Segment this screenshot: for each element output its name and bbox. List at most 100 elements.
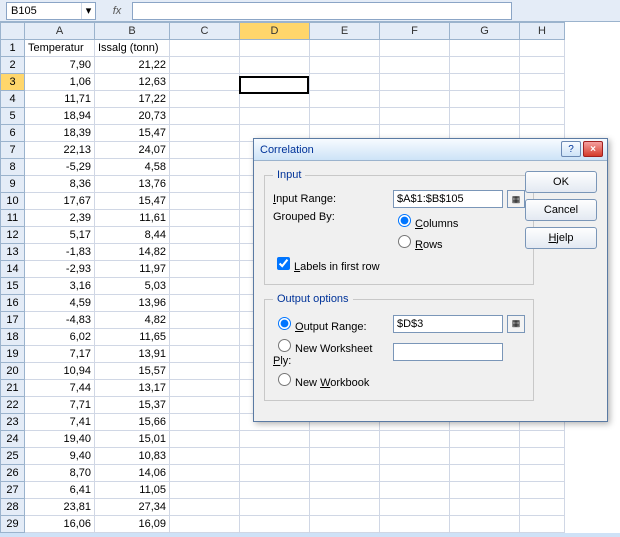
cell-G3[interactable] bbox=[450, 74, 520, 91]
row-header-15[interactable]: 15 bbox=[1, 278, 25, 295]
cell-H27[interactable] bbox=[520, 482, 565, 499]
cell-C5[interactable] bbox=[170, 108, 240, 125]
cell-F25[interactable] bbox=[380, 448, 450, 465]
new-worksheet-field[interactable] bbox=[393, 343, 503, 361]
cell-A11[interactable]: 2,39 bbox=[25, 210, 95, 227]
row-header-18[interactable]: 18 bbox=[1, 329, 25, 346]
col-header-A[interactable]: A bbox=[25, 23, 95, 40]
cell-A12[interactable]: 5,17 bbox=[25, 227, 95, 244]
cell-B20[interactable]: 15,57 bbox=[95, 363, 170, 380]
new-workbook-radio[interactable]: New Workbook bbox=[273, 370, 369, 389]
cell-A8[interactable]: -5,29 bbox=[25, 159, 95, 176]
cell-G28[interactable] bbox=[450, 499, 520, 516]
cell-H29[interactable] bbox=[520, 516, 565, 533]
cell-E3[interactable] bbox=[310, 74, 380, 91]
cell-A3[interactable]: 1,06 bbox=[25, 74, 95, 91]
name-box[interactable]: B105 ▾ bbox=[6, 2, 96, 20]
cell-C17[interactable] bbox=[170, 312, 240, 329]
row-header-29[interactable]: 29 bbox=[1, 516, 25, 533]
cell-E28[interactable] bbox=[310, 499, 380, 516]
cell-G26[interactable] bbox=[450, 465, 520, 482]
cell-D4[interactable] bbox=[240, 91, 310, 108]
cell-C1[interactable] bbox=[170, 40, 240, 57]
cell-E5[interactable] bbox=[310, 108, 380, 125]
cell-A14[interactable]: -2,93 bbox=[25, 261, 95, 278]
cell-B26[interactable]: 14,06 bbox=[95, 465, 170, 482]
cell-B16[interactable]: 13,96 bbox=[95, 295, 170, 312]
cell-C12[interactable] bbox=[170, 227, 240, 244]
cell-E4[interactable] bbox=[310, 91, 380, 108]
cell-D5[interactable] bbox=[240, 108, 310, 125]
cell-B24[interactable]: 15,01 bbox=[95, 431, 170, 448]
cell-B22[interactable]: 15,37 bbox=[95, 397, 170, 414]
row-header-25[interactable]: 25 bbox=[1, 448, 25, 465]
cell-A13[interactable]: -1,83 bbox=[25, 244, 95, 261]
cell-H4[interactable] bbox=[520, 91, 565, 108]
cell-C27[interactable] bbox=[170, 482, 240, 499]
cell-C23[interactable] bbox=[170, 414, 240, 431]
cell-B4[interactable]: 17,22 bbox=[95, 91, 170, 108]
col-header-F[interactable]: F bbox=[380, 23, 450, 40]
cell-C15[interactable] bbox=[170, 278, 240, 295]
cell-F4[interactable] bbox=[380, 91, 450, 108]
cell-F24[interactable] bbox=[380, 431, 450, 448]
row-header-28[interactable]: 28 bbox=[1, 499, 25, 516]
cell-D24[interactable] bbox=[240, 431, 310, 448]
col-header-D[interactable]: D bbox=[240, 23, 310, 40]
cell-A17[interactable]: -4,83 bbox=[25, 312, 95, 329]
cell-B17[interactable]: 4,82 bbox=[95, 312, 170, 329]
row-header-8[interactable]: 8 bbox=[1, 159, 25, 176]
cell-G27[interactable] bbox=[450, 482, 520, 499]
cell-G5[interactable] bbox=[450, 108, 520, 125]
row-header-16[interactable]: 16 bbox=[1, 295, 25, 312]
cell-C10[interactable] bbox=[170, 193, 240, 210]
cell-B8[interactable]: 4,58 bbox=[95, 159, 170, 176]
cell-D26[interactable] bbox=[240, 465, 310, 482]
cell-C24[interactable] bbox=[170, 431, 240, 448]
help-button[interactable]: Hjelp bbox=[525, 227, 597, 249]
cell-A6[interactable]: 18,39 bbox=[25, 125, 95, 142]
cell-G2[interactable] bbox=[450, 57, 520, 74]
cell-H28[interactable] bbox=[520, 499, 565, 516]
cell-E2[interactable] bbox=[310, 57, 380, 74]
cell-A25[interactable]: 9,40 bbox=[25, 448, 95, 465]
cell-A22[interactable]: 7,71 bbox=[25, 397, 95, 414]
cell-C26[interactable] bbox=[170, 465, 240, 482]
cell-D28[interactable] bbox=[240, 499, 310, 516]
cell-B27[interactable]: 11,05 bbox=[95, 482, 170, 499]
cell-E29[interactable] bbox=[310, 516, 380, 533]
col-header-E[interactable]: E bbox=[310, 23, 380, 40]
row-header-10[interactable]: 10 bbox=[1, 193, 25, 210]
cell-D1[interactable] bbox=[240, 40, 310, 57]
name-box-dropdown-icon[interactable]: ▾ bbox=[81, 3, 95, 19]
cell-A20[interactable]: 10,94 bbox=[25, 363, 95, 380]
cell-B18[interactable]: 11,65 bbox=[95, 329, 170, 346]
labels-first-row-checkbox[interactable]: Labels in first row bbox=[273, 254, 380, 273]
col-header-H[interactable]: H bbox=[520, 23, 565, 40]
row-header-17[interactable]: 17 bbox=[1, 312, 25, 329]
dialog-help-button[interactable]: ? bbox=[561, 141, 581, 157]
cell-F1[interactable] bbox=[380, 40, 450, 57]
cell-E26[interactable] bbox=[310, 465, 380, 482]
cell-C14[interactable] bbox=[170, 261, 240, 278]
cell-B25[interactable]: 10,83 bbox=[95, 448, 170, 465]
row-header-27[interactable]: 27 bbox=[1, 482, 25, 499]
cell-A19[interactable]: 7,17 bbox=[25, 346, 95, 363]
row-header-6[interactable]: 6 bbox=[1, 125, 25, 142]
cell-A5[interactable]: 18,94 bbox=[25, 108, 95, 125]
row-header-23[interactable]: 23 bbox=[1, 414, 25, 431]
row-header-13[interactable]: 13 bbox=[1, 244, 25, 261]
cell-B23[interactable]: 15,66 bbox=[95, 414, 170, 431]
cell-B5[interactable]: 20,73 bbox=[95, 108, 170, 125]
cell-A1[interactable]: Temperatur bbox=[25, 40, 95, 57]
cell-G24[interactable] bbox=[450, 431, 520, 448]
row-header-11[interactable]: 11 bbox=[1, 210, 25, 227]
cell-A15[interactable]: 3,16 bbox=[25, 278, 95, 295]
row-header-22[interactable]: 22 bbox=[1, 397, 25, 414]
cell-B1[interactable]: Issalg (tonn) bbox=[95, 40, 170, 57]
cell-B10[interactable]: 15,47 bbox=[95, 193, 170, 210]
cell-B3[interactable]: 12,63 bbox=[95, 74, 170, 91]
cell-A21[interactable]: 7,44 bbox=[25, 380, 95, 397]
cell-C7[interactable] bbox=[170, 142, 240, 159]
row-header-9[interactable]: 9 bbox=[1, 176, 25, 193]
